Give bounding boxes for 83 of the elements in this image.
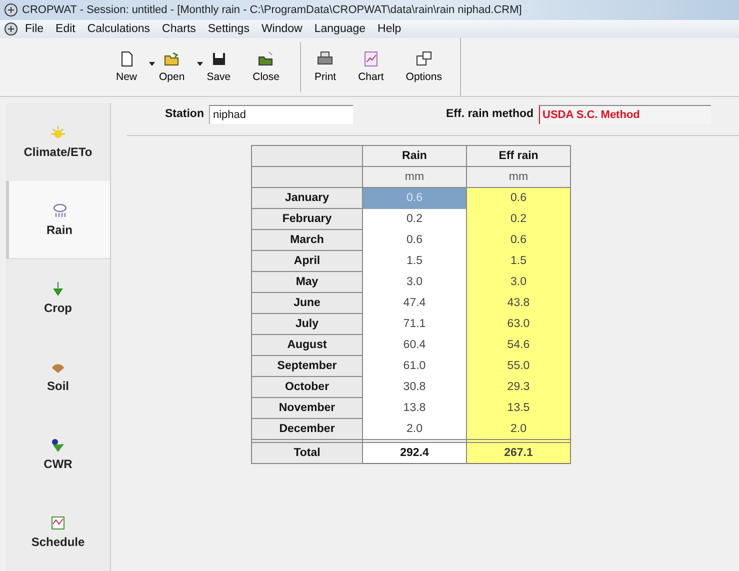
dropdown-caret-icon[interactable] — [196, 62, 203, 66]
document-icon — [118, 51, 134, 67]
month-cell: January — [252, 188, 362, 208]
menu-item[interactable]: Edit — [50, 23, 80, 35]
folder-icon — [258, 51, 274, 67]
save-button[interactable]: Save — [198, 38, 239, 96]
menu-item[interactable]: Window — [256, 23, 308, 35]
app-icon[interactable] — [4, 22, 18, 36]
column-header: Rain — [362, 146, 466, 166]
rain-cell[interactable]: 30.8 — [362, 376, 466, 398]
eff-rain-cell: 55.0 — [466, 356, 570, 376]
month-cell: September — [252, 356, 362, 376]
eff-rain-method-label: Eff. rain method — [446, 108, 534, 120]
sidebar-item[interactable]: Schedule — [6, 494, 110, 571]
sidebar-item[interactable]: CWR — [6, 416, 110, 494]
eff-rain-cell: 13.5 — [466, 398, 570, 418]
dropdown-caret-icon[interactable] — [149, 62, 156, 66]
month-cell: April — [252, 250, 362, 272]
menu-item[interactable]: File — [20, 23, 49, 35]
rain-cell[interactable]: 47.4 — [362, 292, 466, 314]
menu-item[interactable]: Calculations — [82, 23, 156, 35]
rain-cell[interactable]: 0.2 — [362, 208, 466, 230]
windows-icon — [416, 51, 432, 67]
month-cell: February — [252, 208, 362, 230]
rain-cell[interactable]: 2.0 — [362, 418, 466, 440]
month-cell: August — [252, 334, 362, 356]
total-cell: 292.4 — [362, 442, 466, 464]
menu-item[interactable]: Help — [372, 23, 406, 35]
eff-rain-cell: 2.0 — [466, 418, 570, 440]
menu-item[interactable]: Language — [309, 23, 371, 35]
unit-cell: mm — [466, 166, 570, 188]
sidebar-item[interactable]: Rain — [6, 181, 110, 260]
eff-rain-cell: 63.0 — [466, 314, 570, 334]
sidebar-item[interactable]: Climate/ETo — [6, 103, 110, 182]
chart-icon — [362, 51, 379, 67]
close-button[interactable]: Close — [244, 38, 288, 96]
chart-button[interactable]: Chart — [350, 38, 392, 96]
sun-icon — [50, 124, 66, 141]
print-button[interactable]: Print — [306, 38, 344, 96]
eff-rain-cell: 0.2 — [466, 208, 570, 230]
new-button[interactable]: New — [108, 38, 146, 96]
rain-cell[interactable]: 71.1 — [362, 314, 466, 334]
total-label: Total — [252, 442, 362, 464]
options-button[interactable]: Options — [398, 38, 450, 96]
month-cell: July — [252, 314, 362, 334]
station-field[interactable]: niphad — [208, 104, 353, 124]
eff-rain-cell: 1.5 — [466, 250, 570, 272]
sidebar-item[interactable]: Crop — [6, 259, 110, 338]
month-cell: December — [252, 418, 362, 440]
sidebar-item[interactable]: Soil — [6, 338, 110, 416]
app-icon — [4, 3, 18, 17]
month-cell: May — [252, 272, 362, 292]
plant-arrow-icon — [50, 280, 66, 297]
rain-cell[interactable]: 61.0 — [362, 356, 466, 376]
rain-cell[interactable]: 3.0 — [362, 272, 466, 292]
rain-cell[interactable]: 0.6 — [362, 230, 466, 250]
column-header: Eff rain — [466, 146, 570, 166]
station-label: Station — [165, 108, 204, 120]
chart-icon — [50, 515, 66, 532]
rain-cell[interactable]: 13.8 — [362, 398, 466, 418]
open-button[interactable]: Open — [151, 38, 193, 96]
eff-rain-cell: 43.8 — [466, 292, 570, 314]
month-cell: November — [252, 398, 362, 418]
eff-rain-cell: 29.3 — [466, 376, 570, 398]
rain-cell[interactable]: 60.4 — [362, 334, 466, 356]
menu-item[interactable]: Charts — [157, 23, 201, 35]
rain-cell[interactable]: 1.5 — [362, 250, 466, 272]
rain-cloud-icon — [52, 202, 68, 219]
unit-cell: mm — [362, 166, 466, 188]
eff-rain-cell: 3.0 — [466, 272, 570, 292]
eff-rain-cell: 0.6 — [466, 230, 570, 250]
water-plant-icon — [50, 437, 66, 454]
month-cell: October — [252, 376, 362, 398]
folder-icon — [164, 51, 180, 67]
total-cell: 267.1 — [466, 442, 570, 464]
printer-icon — [317, 51, 334, 67]
eff-rain-cell: 0.6 — [466, 188, 570, 208]
month-cell: June — [252, 292, 362, 314]
window-title: CROPWAT - Session: untitled - [Monthly rain - C:\ProgramData\CROPWAT\data\rain\rain niphad.CRM] — [22, 4, 522, 16]
month-cell: March — [252, 230, 362, 250]
eff-rain-cell: 54.6 — [466, 334, 570, 356]
menu-item[interactable]: Settings — [202, 23, 254, 35]
eff-rain-method-field[interactable]: USDA S.C. Method — [538, 104, 711, 124]
